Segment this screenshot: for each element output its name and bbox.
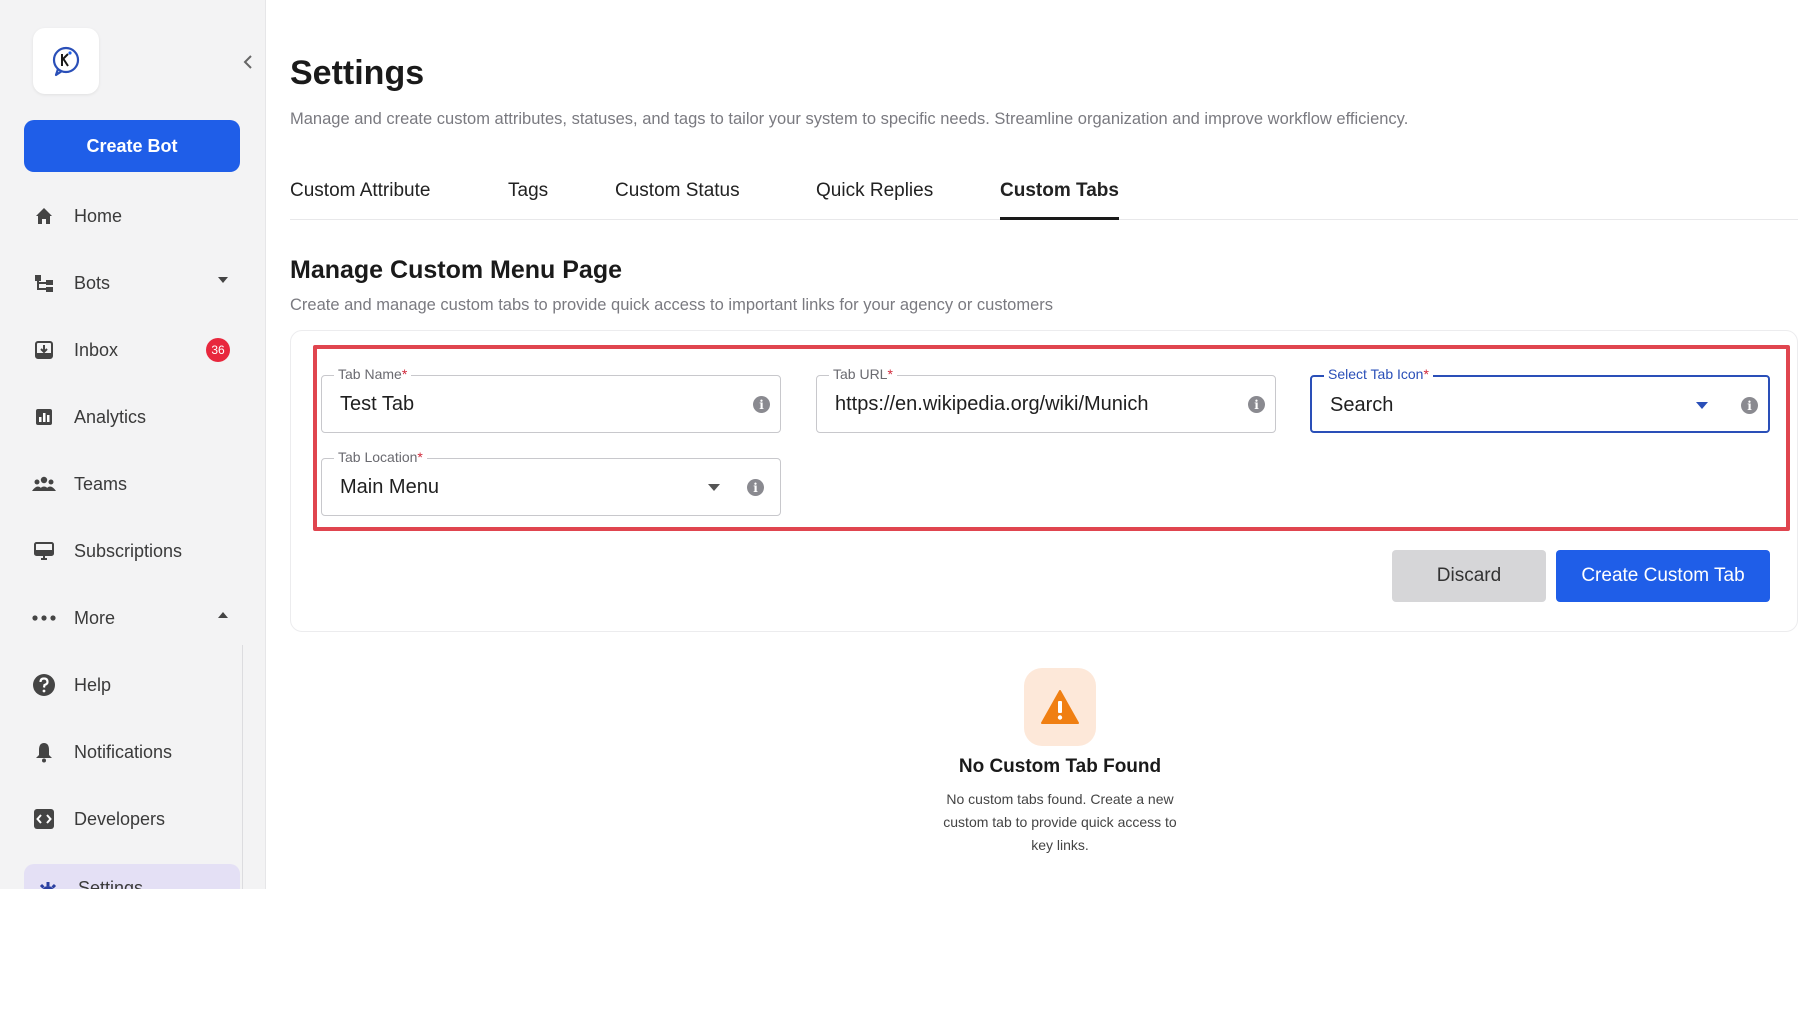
app-logo[interactable] — [33, 28, 99, 94]
sidebar: Create Bot Home Bots Inbox 36 Analytics … — [0, 0, 266, 889]
sidebar-item-label: Analytics — [74, 406, 147, 427]
inbox-icon — [30, 336, 58, 364]
chat-bubble-logo-icon — [52, 46, 80, 77]
sidebar-item-label: Home — [74, 205, 123, 226]
code-icon — [30, 805, 58, 833]
custom-tab-form-card: Tab Name* Test Tab i Tab URL* https://en… — [290, 330, 1798, 632]
empty-state-icon-box — [1024, 668, 1096, 746]
sidebar-item-label: Subscriptions — [74, 540, 183, 561]
help-icon — [30, 671, 58, 699]
sidebar-item-label: Teams — [74, 473, 128, 494]
teams-icon — [30, 470, 58, 498]
gear-icon — [34, 878, 62, 889]
sidebar-item-teams[interactable]: Teams — [30, 464, 240, 504]
empty-state: No Custom Tab Found No custom tabs found… — [905, 668, 1215, 857]
warning-icon — [1041, 690, 1079, 724]
page-description: Manage and create custom attributes, sta… — [290, 110, 1409, 128]
empty-state-title: No Custom Tab Found — [958, 756, 1162, 777]
tab-url-label: Tab URL* — [829, 366, 897, 382]
main-content: Settings Manage and create custom attrib… — [290, 0, 1800, 889]
tab-name-field[interactable]: Tab Name* Test Tab i — [321, 366, 781, 433]
page-title: Settings — [290, 54, 425, 92]
sidebar-item-home[interactable]: Home — [30, 196, 240, 236]
tab-tags[interactable]: Tags — [508, 180, 548, 220]
sidebar-item-bots[interactable]: Bots — [30, 263, 240, 303]
sidebar-item-label: Bots — [74, 272, 111, 293]
sidebar-item-label: Notifications — [74, 741, 173, 762]
sidebar-item-label: Inbox — [74, 339, 119, 360]
bots-icon — [30, 269, 58, 297]
sidebar-item-developers[interactable]: Developers — [30, 799, 240, 839]
tab-url-field[interactable]: Tab URL* https://en.wikipedia.org/wiki/M… — [816, 366, 1276, 433]
sidebar-item-label: Developers — [74, 808, 166, 829]
tab-icon-select[interactable]: Select Tab Icon* Search i — [1310, 366, 1770, 433]
submenu-divider — [242, 645, 243, 889]
tab-location-select[interactable]: Tab Location* Main Menu i — [321, 449, 781, 516]
dropdown-arrow-icon[interactable] — [1696, 402, 1708, 409]
tab-icon-label: Select Tab Icon* — [1324, 366, 1433, 382]
sidebar-item-more[interactable]: More — [30, 598, 240, 638]
tab-icon-value: Search — [1330, 394, 1394, 416]
more-icon — [30, 604, 58, 632]
dropdown-arrow-icon[interactable] — [708, 484, 720, 491]
section-description: Create and manage custom tabs to provide… — [290, 296, 1054, 314]
tab-quick-replies[interactable]: Quick Replies — [816, 180, 933, 220]
tab-custom-status[interactable]: Custom Status — [615, 180, 740, 220]
empty-state-description: No custom tabs found. Create a new custo… — [943, 791, 1177, 853]
caret-down-icon — [218, 277, 228, 283]
tab-custom-tabs[interactable]: Custom Tabs — [1000, 180, 1119, 220]
home-icon — [30, 202, 58, 230]
chevron-left-icon — [243, 55, 252, 69]
sidebar-item-subscriptions[interactable]: Subscriptions — [30, 531, 240, 571]
tab-custom-attribute[interactable]: Custom Attribute — [290, 180, 430, 220]
settings-tabs: Custom Attribute Tags Custom Status Quic… — [290, 172, 1798, 220]
info-icon[interactable]: i — [753, 396, 770, 413]
create-custom-tab-button[interactable]: Create Custom Tab — [1556, 550, 1770, 602]
sidebar-item-help[interactable]: Help — [30, 665, 240, 705]
create-bot-button[interactable]: Create Bot — [24, 120, 240, 172]
sidebar-item-label: Help — [74, 674, 112, 695]
tab-name-value: Test Tab — [340, 393, 415, 415]
tab-name-label: Tab Name* — [334, 366, 412, 382]
tab-url-value: https://en.wikipedia.org/wiki/Munich — [835, 393, 1149, 415]
tab-location-value: Main Menu — [340, 476, 439, 498]
subscriptions-icon — [30, 537, 58, 565]
bell-icon — [30, 738, 58, 766]
section-title: Manage Custom Menu Page — [290, 256, 622, 284]
info-icon[interactable]: i — [1248, 396, 1265, 413]
tab-location-label: Tab Location* — [334, 449, 427, 465]
inbox-count-badge: 36 — [206, 338, 230, 362]
sidebar-item-notifications[interactable]: Notifications — [30, 732, 240, 772]
sidebar-item-inbox[interactable]: Inbox 36 — [30, 330, 240, 370]
app-window: Create Bot Home Bots Inbox 36 Analytics … — [0, 0, 1806, 889]
sidebar-item-label: More — [74, 607, 116, 628]
discard-button[interactable]: Discard — [1392, 550, 1546, 602]
info-icon[interactable]: i — [1741, 397, 1758, 414]
sidebar-item-label: Settings — [78, 878, 144, 889]
analytics-icon — [30, 403, 58, 431]
caret-up-icon — [218, 612, 228, 618]
sidebar-item-settings[interactable]: Settings — [24, 864, 240, 889]
info-icon[interactable]: i — [747, 479, 764, 496]
sidebar-item-analytics[interactable]: Analytics — [30, 397, 240, 437]
collapse-sidebar-button[interactable] — [240, 50, 256, 74]
